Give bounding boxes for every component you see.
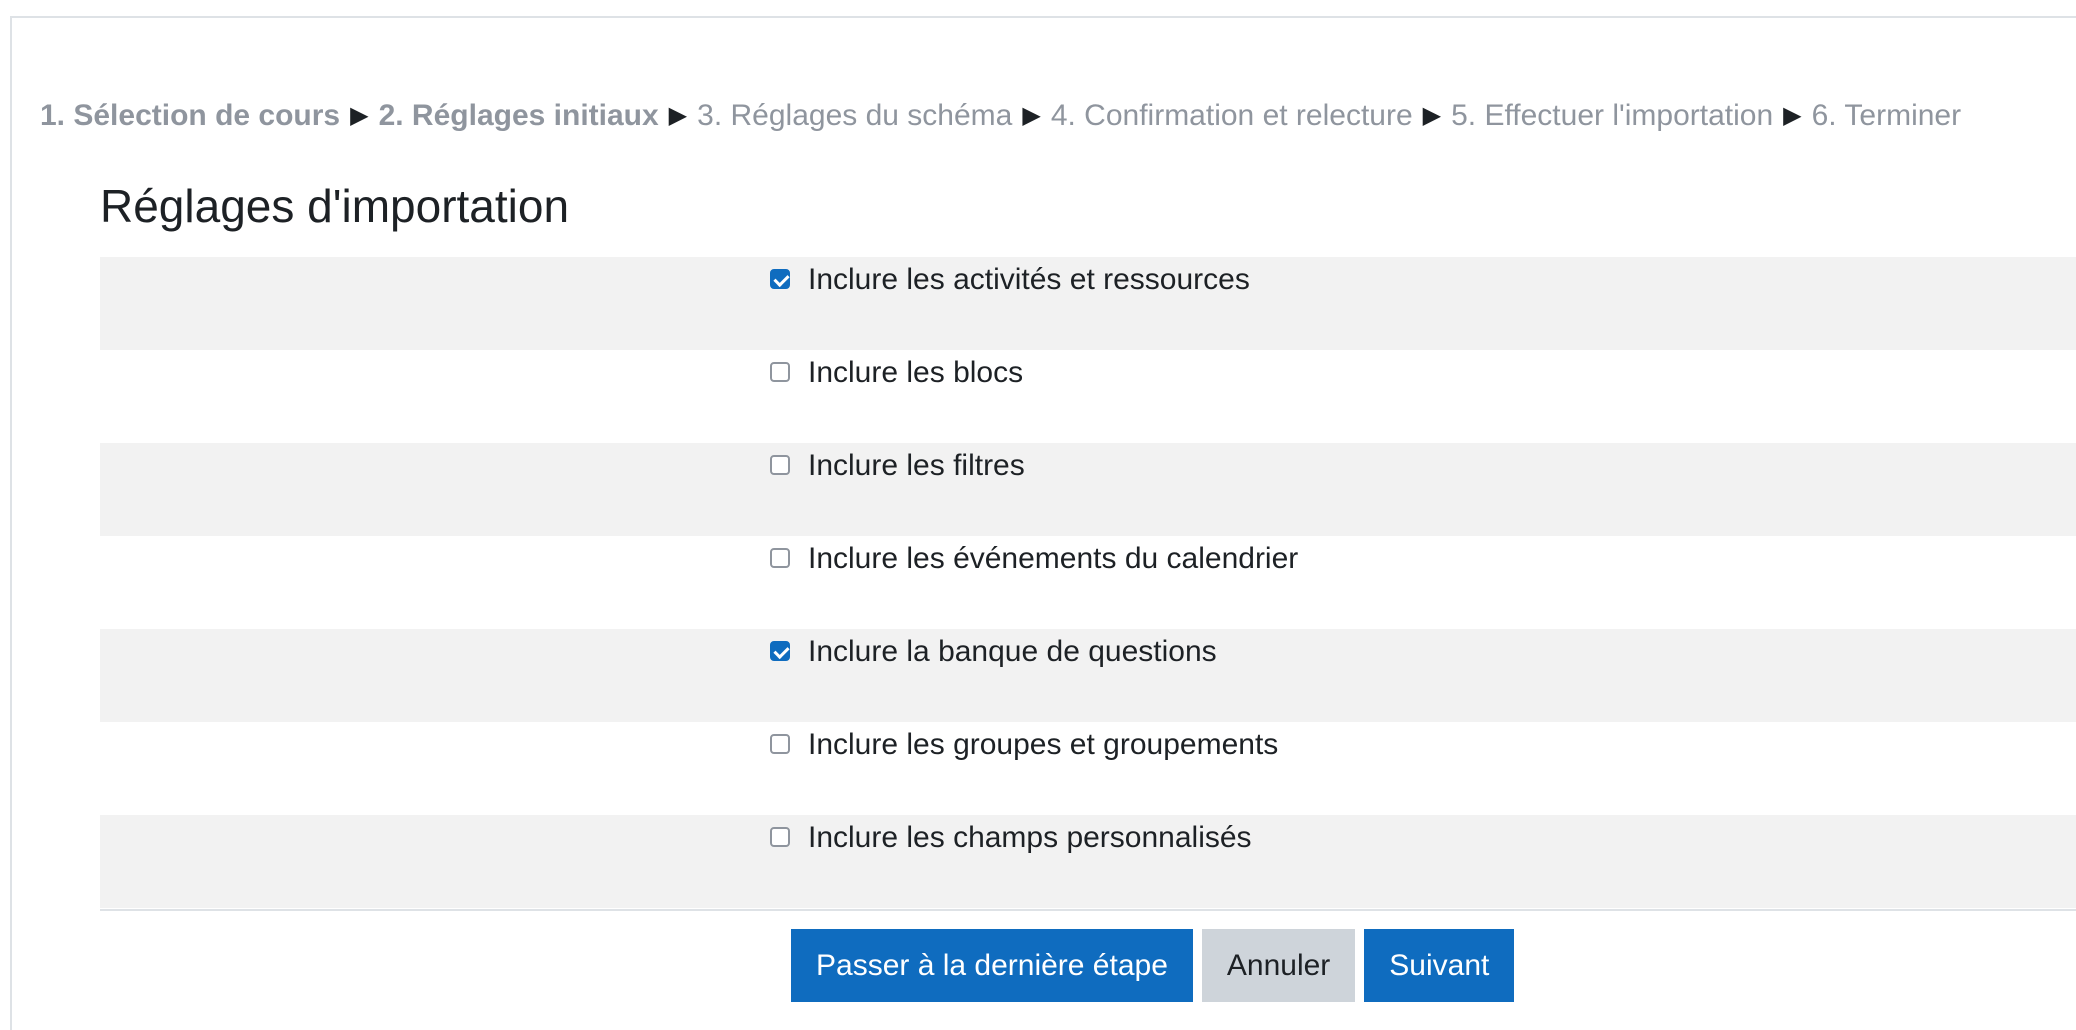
include-custom-fields-checkbox[interactable] xyxy=(770,827,790,847)
import-progress-breadcrumb: 1. Sélection de cours ▶ 2. Réglages initia… xyxy=(40,96,1961,138)
form-buttons: Passer à la dernière étape Annuler Suiva… xyxy=(791,929,1515,1002)
setting-row-blocks: Inclure les blocs xyxy=(100,350,2076,443)
progress-step-1: 1. Sélection de cours xyxy=(40,99,341,132)
setting-row-groups: Inclure les groupes et groupements xyxy=(100,722,2076,815)
import-settings-form: Inclure les activités et ressources Incl… xyxy=(100,257,2076,908)
include-calendar-events-checkbox[interactable] xyxy=(770,548,790,568)
include-blocks-checkbox[interactable] xyxy=(770,362,790,382)
page-title: Réglages d'importation xyxy=(100,180,570,232)
include-groups-label[interactable]: Inclure les groupes et groupements xyxy=(808,726,1278,764)
next-button[interactable]: Suivant xyxy=(1364,929,1515,1002)
progress-separator-icon: ▶ xyxy=(1422,102,1442,129)
include-activities-checkbox[interactable] xyxy=(770,269,790,289)
progress-separator-icon: ▶ xyxy=(1022,102,1041,129)
include-filters-checkbox[interactable] xyxy=(770,455,790,475)
include-blocks-label[interactable]: Inclure les blocs xyxy=(808,354,1023,392)
setting-row-calendar: Inclure les événements du calendrier xyxy=(100,536,2076,629)
include-question-bank-checkbox[interactable] xyxy=(770,641,790,661)
progress-separator-icon: ▶ xyxy=(668,102,688,129)
include-question-bank-label[interactable]: Inclure la banque de questions xyxy=(808,633,1217,671)
progress-step-6: 6. Terminer xyxy=(1811,99,1962,132)
progress-separator-icon: ▶ xyxy=(1783,102,1802,129)
include-calendar-events-label[interactable]: Inclure les événements du calendrier xyxy=(808,540,1298,578)
form-divider xyxy=(100,909,2076,911)
include-groups-checkbox[interactable] xyxy=(770,734,790,754)
setting-row-question-bank: Inclure la banque de questions xyxy=(100,629,2076,722)
progress-separator-icon: ▶ xyxy=(350,102,369,129)
cancel-button[interactable]: Annuler xyxy=(1201,929,1356,1002)
progress-step-3: 3. Réglages du schéma xyxy=(697,99,1013,132)
progress-step-2: 2. Réglages initiaux xyxy=(378,99,659,132)
include-custom-fields-label[interactable]: Inclure les champs personnalisés xyxy=(808,819,1252,857)
setting-row-custom-fields: Inclure les champs personnalisés xyxy=(100,815,2076,908)
setting-row-activities: Inclure les activités et ressources xyxy=(100,257,2076,350)
include-activities-label[interactable]: Inclure les activités et ressources xyxy=(808,261,1250,299)
progress-step-5: 5. Effectuer l'importation xyxy=(1451,99,1774,132)
progress-step-4: 4. Confirmation et relecture xyxy=(1050,99,1413,132)
skip-to-last-step-button[interactable]: Passer à la dernière étape xyxy=(791,929,1193,1002)
include-filters-label[interactable]: Inclure les filtres xyxy=(808,447,1025,485)
setting-row-filters: Inclure les filtres xyxy=(100,443,2076,536)
